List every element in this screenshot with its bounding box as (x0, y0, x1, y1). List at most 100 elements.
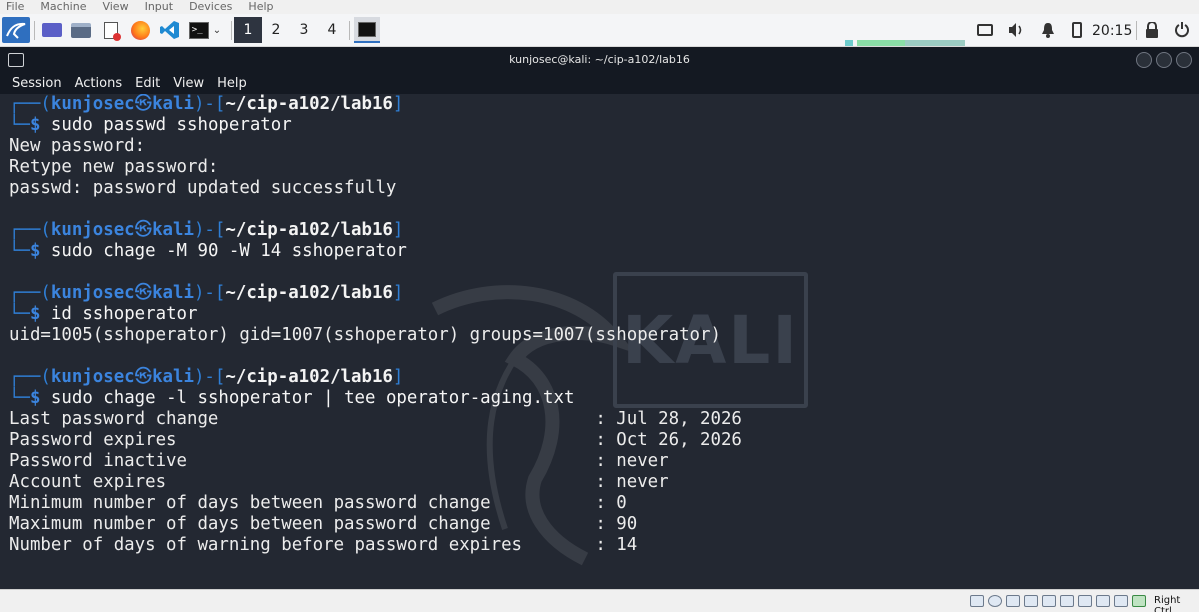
prompt-host: kali (152, 283, 194, 303)
prompt-frame: ┌──( (9, 283, 51, 303)
prompt-line: ┌──(kunjosec㉿kali)-[~/cip-a102/lab16] (9, 283, 742, 304)
host-menu-file[interactable]: File (6, 0, 24, 14)
terminal-scrollbar[interactable] (1185, 94, 1199, 607)
prompt-path: ~/cip-a102/lab16 (225, 283, 393, 303)
prompt-frame: )-[ (193, 94, 226, 114)
taskbar: >_ ⌄ 1234 20:15 (0, 14, 1199, 47)
output-line: Maximum number of days between password … (9, 514, 638, 534)
host-menu-machine[interactable]: Machine (40, 0, 86, 14)
prompt-frame: ] (392, 367, 404, 387)
window-titlebar[interactable]: kunjosec@kali: ~/cip-a102/lab16 (0, 47, 1199, 73)
capture-icon[interactable] (1096, 595, 1110, 607)
output-line: Number of days of warning before passwor… (9, 535, 638, 555)
audio-icon[interactable] (1006, 595, 1020, 607)
host-menu-input[interactable]: Input (145, 0, 173, 14)
prompt-line: ┌──(kunjosec㉿kali)-[~/cip-a102/lab16] (9, 220, 742, 241)
output-line: Minimum number of days between password … (9, 493, 627, 513)
prompt-path: ~/cip-a102/lab16 (225, 220, 393, 240)
power-icon[interactable] (1172, 17, 1192, 43)
prompt-user: kunjosec (50, 220, 135, 240)
prompt-host: kali (152, 367, 194, 387)
prompt-path: ~/cip-a102/lab16 (225, 94, 393, 114)
prompt-symbol: $ (29, 241, 51, 261)
kali-menu-icon[interactable] (2, 17, 30, 43)
vbox-menubar: File Machine View Input Devices Help (0, 0, 1199, 14)
volume-icon[interactable] (1006, 17, 1026, 43)
prompt-host: kali (152, 94, 194, 114)
command-line: └─$ id sshoperator (9, 304, 742, 325)
network-adapter-icon[interactable] (1024, 595, 1038, 607)
workspace-1[interactable]: 1 (234, 17, 262, 43)
network-graph (845, 40, 965, 46)
menu-view[interactable]: View (173, 76, 204, 91)
command-text: sudo chage -l sshoperator | tee operator… (50, 388, 575, 408)
mouse-integration-icon[interactable] (1132, 595, 1146, 607)
host-menu-view[interactable]: View (102, 0, 128, 14)
optical-drive-icon[interactable] (988, 595, 1002, 607)
hard-disk-icon[interactable] (970, 595, 984, 607)
output-line: Last password change : Jul 28, 2026 (9, 409, 742, 429)
menu-help[interactable]: Help (217, 76, 247, 91)
shared-folders-icon[interactable] (1060, 595, 1074, 607)
cpu-icon[interactable] (1114, 595, 1128, 607)
workspace-2[interactable]: 2 (262, 17, 290, 43)
prompt-frame: ] (392, 220, 404, 240)
prompt-skull-icon: ㉿ (134, 283, 153, 303)
prompt-frame: ┌──( (9, 94, 51, 114)
terminal-task-button[interactable] (354, 17, 380, 43)
chevron-down-icon[interactable]: ⌄ (213, 25, 221, 36)
prompt-frame: ┌──( (9, 367, 51, 387)
workspace-4[interactable]: 4 (318, 17, 346, 43)
close-button[interactable] (1176, 52, 1192, 68)
notification-bell-icon[interactable] (1039, 17, 1057, 43)
prompt-line: ┌──(kunjosec㉿kali)-[~/cip-a102/lab16] (9, 367, 742, 388)
output-line: passwd: password updated successfully (9, 178, 397, 198)
output-line: Account expires : never (9, 472, 669, 492)
firefox-icon[interactable] (128, 17, 152, 43)
menu-session[interactable]: Session (12, 76, 62, 91)
clock[interactable]: 20:15 (1092, 23, 1132, 39)
terminal-window[interactable]: kunjosec@kali: ~/cip-a102/lab16 Session A… (0, 47, 1199, 607)
text-editor-icon[interactable] (100, 17, 122, 43)
usb-icon[interactable] (1042, 595, 1056, 607)
taskbar-separator (1136, 21, 1137, 40)
terminal-launcher-icon[interactable]: >_ ⌄ (186, 17, 224, 43)
lock-icon[interactable] (1143, 17, 1161, 43)
taskbar-separator (349, 21, 350, 40)
desktop-icon[interactable] (40, 17, 64, 43)
output-line: Retype new password: (9, 157, 219, 177)
maximize-button[interactable] (1156, 52, 1172, 68)
host-key-label: Right Ctrl (1154, 595, 1181, 612)
taskbar-separator (34, 21, 35, 40)
vscode-icon[interactable] (158, 17, 182, 43)
prompt-frame: ┌──( (9, 220, 51, 240)
command-line: └─$ sudo passwd sshoperator (9, 115, 742, 136)
output-line: New password: (9, 136, 146, 156)
prompt-user: kunjosec (50, 367, 135, 387)
menu-edit[interactable]: Edit (135, 76, 160, 91)
terminal-output-area[interactable]: KALI ┌──(kunjosec㉿kali)-[~/cip-a102/lab1… (0, 94, 1185, 607)
display-icon[interactable] (975, 17, 995, 43)
battery-icon[interactable] (1068, 17, 1086, 43)
prompt-frame: )-[ (193, 283, 226, 303)
file-manager-icon[interactable] (69, 17, 93, 43)
prompt-skull-icon: ㉿ (134, 220, 153, 240)
prompt-skull-icon: ㉿ (134, 94, 153, 114)
display-settings-icon[interactable] (1078, 595, 1092, 607)
output-line: Password inactive : never (9, 451, 669, 471)
minimize-button[interactable] (1136, 52, 1152, 68)
host-menu-devices[interactable]: Devices (189, 0, 232, 14)
menu-actions[interactable]: Actions (75, 76, 123, 91)
terminal-output: ┌──(kunjosec㉿kali)-[~/cip-a102/lab16] └─$… (9, 94, 742, 556)
workspace-3[interactable]: 3 (290, 17, 318, 43)
taskbar-separator (231, 21, 232, 40)
window-title: kunjosec@kali: ~/cip-a102/lab16 (509, 53, 690, 66)
prompt-frame: ] (392, 94, 404, 114)
prompt-frame: └─ (9, 115, 30, 135)
host-menu-help[interactable]: Help (248, 0, 273, 14)
prompt-user: kunjosec (50, 94, 135, 114)
output-line: Password expires : Oct 26, 2026 (9, 430, 742, 450)
prompt-line: ┌──(kunjosec㉿kali)-[~/cip-a102/lab16] (9, 94, 742, 115)
prompt-frame: └─ (9, 304, 30, 324)
